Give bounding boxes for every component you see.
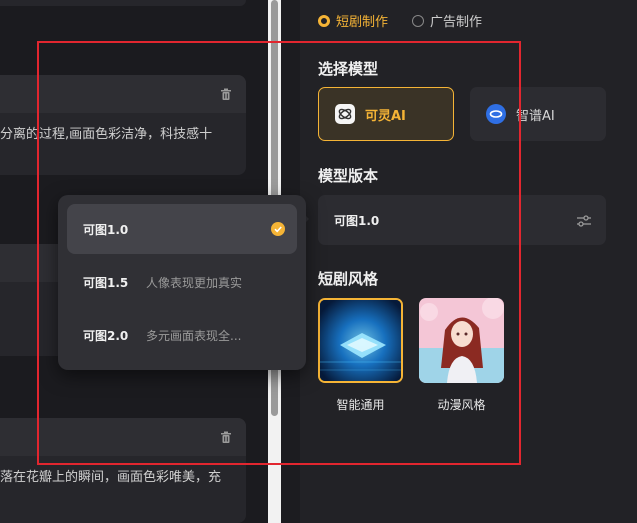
radio-ad[interactable] xyxy=(412,14,425,27)
model-name: 智谱AI xyxy=(516,108,555,124)
production-type-radios: 短剧制作 广告制作 xyxy=(318,11,482,30)
radio-label-short-drama[interactable]: 短剧制作 xyxy=(336,11,388,30)
prompt-card-edge xyxy=(0,0,246,6)
highlight-box xyxy=(37,41,521,465)
sliders-icon[interactable] xyxy=(576,213,592,232)
radio-short-drama[interactable] xyxy=(318,14,330,27)
radio-label-ad[interactable]: 广告制作 xyxy=(430,11,482,30)
